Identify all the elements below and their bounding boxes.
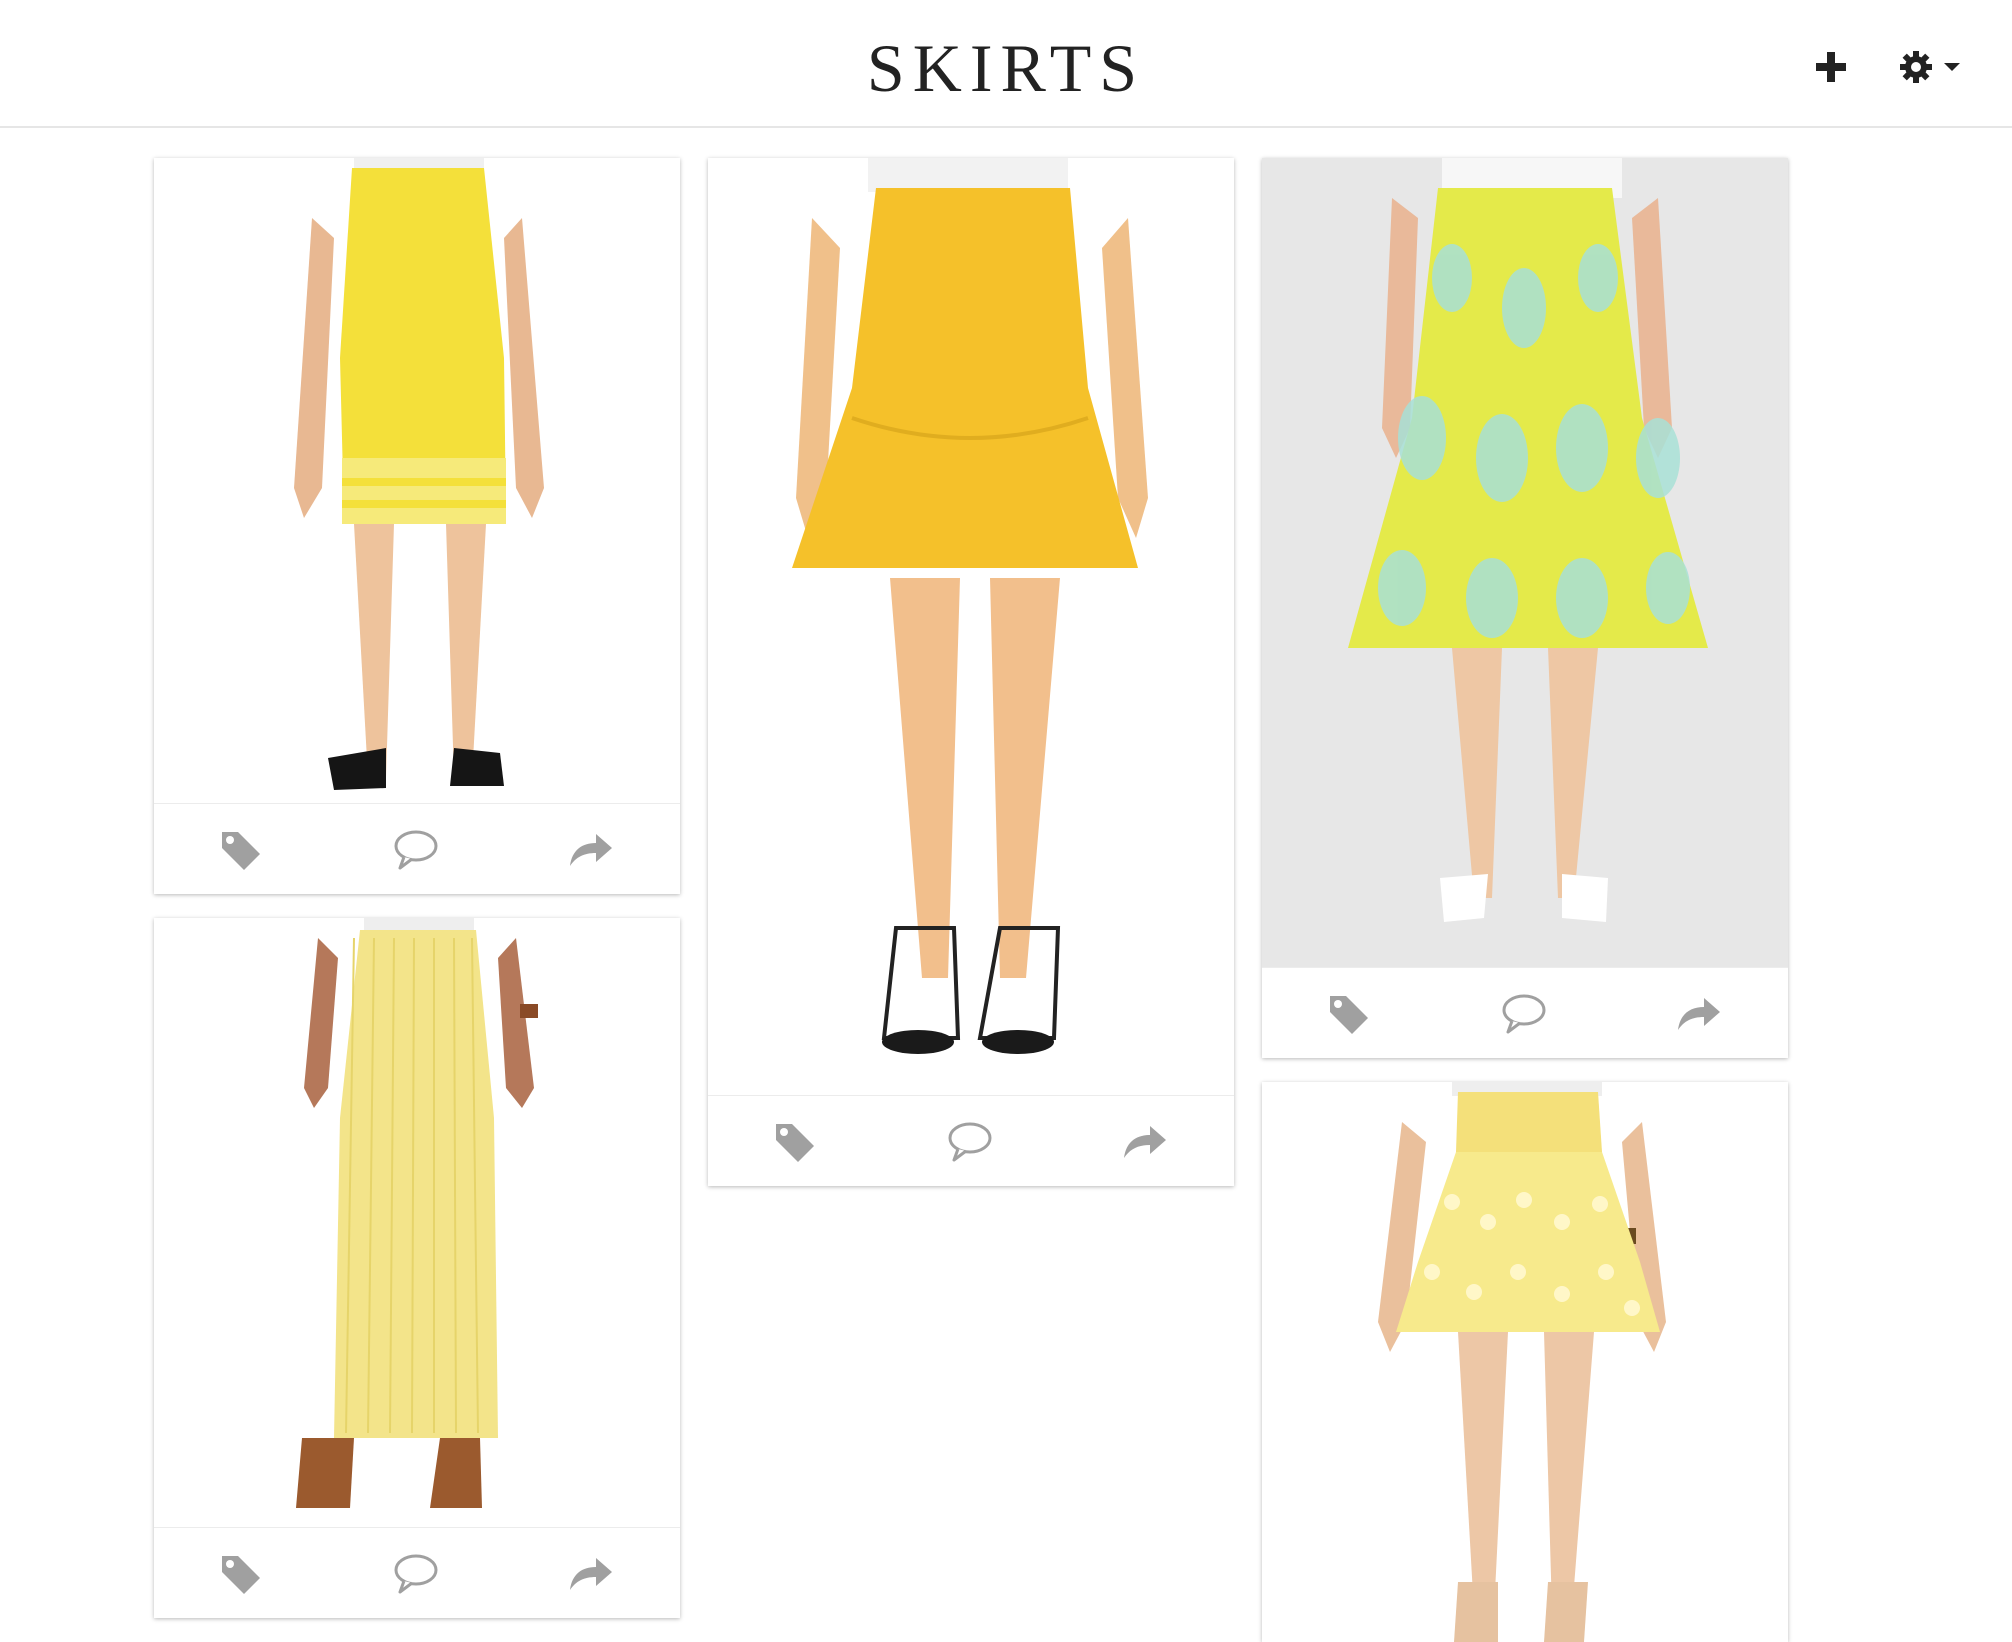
skirt-photo[interactable] <box>1262 158 1788 968</box>
comment-icon[interactable] <box>392 1550 440 1596</box>
tag-icon[interactable] <box>216 826 264 872</box>
plus-icon <box>1816 52 1846 82</box>
skirt-photo[interactable] <box>708 158 1234 1096</box>
skirt-photo[interactable] <box>1262 1082 1788 1642</box>
share-icon[interactable] <box>1120 1118 1168 1164</box>
skirt-card-flounce[interactable] <box>708 158 1234 1186</box>
settings-menu-button[interactable] <box>1898 42 1968 92</box>
card-actions <box>154 803 680 894</box>
skirt-photo[interactable] <box>154 158 680 804</box>
tag-icon[interactable] <box>770 1118 818 1164</box>
share-icon[interactable] <box>566 1550 614 1596</box>
tag-icon[interactable] <box>1324 990 1372 1036</box>
share-icon[interactable] <box>1674 990 1722 1036</box>
page-title: SKIRTS <box>866 30 1146 106</box>
add-button[interactable] <box>1814 42 1854 92</box>
gear-icon <box>1900 51 1932 83</box>
skirt-card-damask-a-line[interactable] <box>1262 158 1788 1058</box>
share-icon[interactable] <box>566 826 614 872</box>
card-actions <box>1262 967 1788 1058</box>
comment-icon[interactable] <box>392 826 440 872</box>
caret-down-icon <box>1944 63 1960 71</box>
skirt-card-lace-skater[interactable] <box>1262 1082 1788 1642</box>
tag-icon[interactable] <box>216 1550 264 1596</box>
card-actions <box>708 1095 1234 1186</box>
skirt-card-pleated-maxi[interactable] <box>154 918 680 1618</box>
top-header: SKIRTS <box>0 0 2012 128</box>
comment-icon[interactable] <box>946 1118 994 1164</box>
skirt-photo[interactable] <box>154 918 680 1528</box>
comment-icon[interactable] <box>1500 990 1548 1036</box>
skirt-card-pencil[interactable] <box>154 158 680 894</box>
card-actions <box>154 1527 680 1618</box>
